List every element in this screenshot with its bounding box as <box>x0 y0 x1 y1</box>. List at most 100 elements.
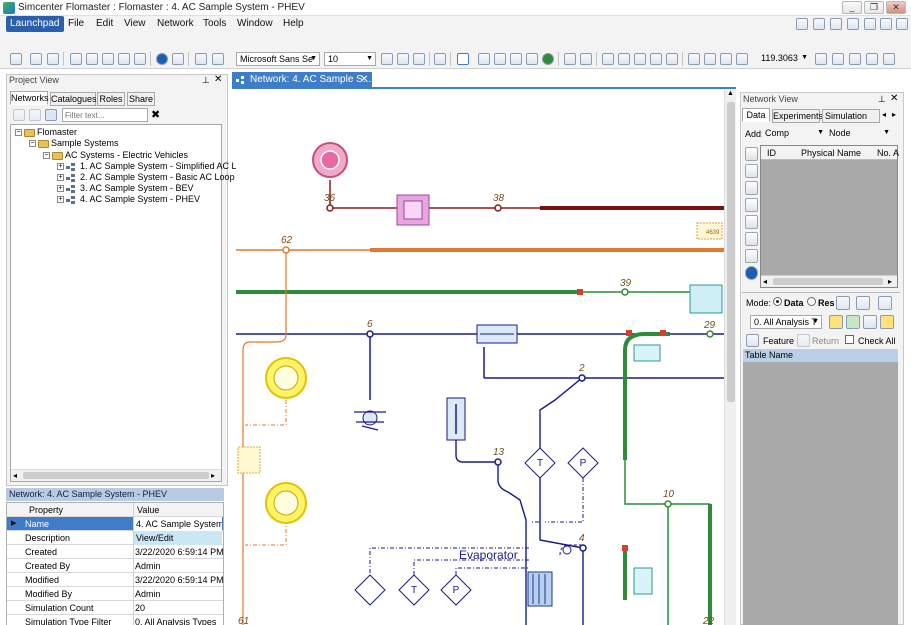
menu-tools[interactable]: Tools <box>203 18 226 29</box>
scroll-left-icon[interactable]: ◂ <box>13 471 17 480</box>
tab-simulation-data[interactable]: Simulation Data <box>822 109 880 123</box>
link-icon[interactable] <box>526 53 538 65</box>
zoom-out-icon[interactable] <box>815 53 827 65</box>
canvas-vscrollbar[interactable]: ▲ <box>724 90 736 625</box>
print-icon[interactable] <box>30 53 42 65</box>
refresh-icon[interactable] <box>542 53 554 65</box>
clear-filter-icon[interactable]: ✖ <box>151 108 160 121</box>
scroll-right-icon[interactable]: ▸ <box>211 471 215 480</box>
property-value[interactable]: View/Edit <box>134 531 222 545</box>
menu-network[interactable]: Network <box>157 18 194 29</box>
colour-icon[interactable] <box>434 53 446 65</box>
note-icon[interactable] <box>880 315 894 329</box>
property-value[interactable]: 4. AC Sample System - ... <box>134 517 222 531</box>
filter-input[interactable] <box>62 108 148 122</box>
rectangle-icon[interactable] <box>634 53 646 65</box>
collapse-icon[interactable]: − <box>29 140 36 148</box>
return-icon[interactable] <box>797 334 810 347</box>
flag-alt-icon[interactable] <box>704 53 716 65</box>
marker-icon[interactable] <box>720 53 732 65</box>
network-add-icon[interactable] <box>29 109 41 121</box>
subnetwork-icon[interactable] <box>212 53 224 65</box>
pin-icon[interactable]: ⊥ <box>202 75 210 86</box>
add-comp-select[interactable]: Comp ▼ <box>762 127 826 141</box>
table-name-grid[interactable]: Table Name <box>743 349 898 625</box>
component-icon[interactable] <box>745 147 758 161</box>
tree-node-ac-systems[interactable]: − AC Systems - Electric Vehicles <box>43 150 188 160</box>
component-icon[interactable] <box>510 53 522 65</box>
redo-icon[interactable] <box>134 53 146 65</box>
grid-hscrollbar[interactable]: ◂ ▸ <box>761 275 897 287</box>
tab-networks[interactable]: Networks <box>10 91 49 105</box>
network-items-grid[interactable] <box>760 145 898 288</box>
canvas-vscroll-thumb[interactable] <box>727 102 735 402</box>
line-icon[interactable] <box>618 53 630 65</box>
report-icon[interactable] <box>830 18 842 30</box>
cut-icon[interactable] <box>70 53 82 65</box>
pump-icon[interactable] <box>745 164 758 178</box>
chart-icon[interactable] <box>847 18 859 30</box>
zoom-select[interactable]: 119.3063 ▼ <box>758 52 810 66</box>
table-name-header[interactable]: Table Name <box>743 349 898 362</box>
tab-close-icon[interactable]: ✕ <box>360 72 368 88</box>
tree-node-network-1[interactable]: +1. AC Sample System - Simplified AC Loo <box>57 161 247 171</box>
expand-icon[interactable]: + <box>57 196 64 204</box>
grid-hscroll-thumb[interactable] <box>773 278 883 285</box>
tab-roles[interactable]: Roles <box>97 92 125 106</box>
property-row[interactable]: Description View/Edit <box>7 531 223 545</box>
expand-icon[interactable]: + <box>57 174 64 182</box>
tree-hscrollbar[interactable]: ◂ ▸ <box>11 469 221 481</box>
select-icon[interactable] <box>494 53 506 65</box>
collapse-icon[interactable]: − <box>15 129 22 137</box>
maximize-button[interactable]: ❐ <box>864 1 884 14</box>
minimize-button[interactable]: _ <box>842 1 862 14</box>
scroll-left-icon[interactable]: ◂ <box>763 277 767 286</box>
paste-icon[interactable] <box>102 53 114 65</box>
italic-icon[interactable] <box>397 53 409 65</box>
property-row[interactable]: Modified 3/22/2020 6:59:14 PM <box>7 573 223 587</box>
grid-toggle-icon[interactable] <box>478 53 490 65</box>
zoom-reset-icon[interactable] <box>883 53 895 65</box>
grid-icon[interactable] <box>796 18 808 30</box>
panel-close-icon[interactable]: ✕ <box>214 74 222 85</box>
property-row[interactable]: Modified By Admin <box>7 587 223 601</box>
menu-window[interactable]: Window <box>237 18 273 29</box>
add-project-icon[interactable] <box>13 109 25 121</box>
valve-icon[interactable] <box>745 181 758 195</box>
flag-icon[interactable] <box>688 53 700 65</box>
zoom-in-icon[interactable] <box>832 53 844 65</box>
underline-icon[interactable] <box>413 53 425 65</box>
feature-label[interactable]: Feature <box>763 336 794 346</box>
layout-icon[interactable] <box>836 296 850 310</box>
tree-node-network-2[interactable]: +2. AC Sample System - Basic AC Loop <box>57 172 235 182</box>
sensor-icon[interactable] <box>745 232 758 246</box>
page-icon[interactable] <box>736 53 748 65</box>
font-name-select[interactable]: Microsoft Sans Se ▼ <box>236 52 320 66</box>
property-row[interactable]: Created 3/22/2020 6:59:14 PM <box>7 545 223 559</box>
network-icon[interactable] <box>195 53 207 65</box>
table-icon[interactable] <box>864 18 876 30</box>
clipboard-icon[interactable] <box>896 18 908 30</box>
tree-hscroll-thumb[interactable] <box>23 472 209 479</box>
font-size-select[interactable]: 10 ▼ <box>324 52 376 66</box>
copy-icon[interactable] <box>86 53 98 65</box>
analysis-type-select[interactable]: 0. All Analysis T ▼ <box>750 315 822 329</box>
tab-scroll-right-icon[interactable]: ▸ <box>892 110 896 119</box>
expand-icon[interactable]: + <box>57 185 64 193</box>
filter-icon[interactable] <box>829 315 843 329</box>
filter-icon[interactable] <box>45 109 57 121</box>
flow-icon[interactable] <box>745 215 758 229</box>
text-icon[interactable] <box>650 53 662 65</box>
scroll-right-icon[interactable]: ▸ <box>888 277 892 286</box>
menu-help[interactable]: Help <box>283 18 304 29</box>
export-icon[interactable] <box>846 315 860 329</box>
scroll-up-icon[interactable]: ▲ <box>727 90 734 97</box>
help-icon[interactable] <box>172 53 184 65</box>
battery-icon[interactable] <box>880 18 892 30</box>
collapse-icon[interactable]: − <box>43 152 50 160</box>
undo-icon[interactable] <box>118 53 130 65</box>
pin-icon[interactable]: ⊥ <box>878 94 886 105</box>
scissors-icon[interactable] <box>666 53 678 65</box>
function-icon[interactable] <box>745 249 758 263</box>
tree-node-flomaster[interactable]: − Flomaster <box>15 127 77 137</box>
